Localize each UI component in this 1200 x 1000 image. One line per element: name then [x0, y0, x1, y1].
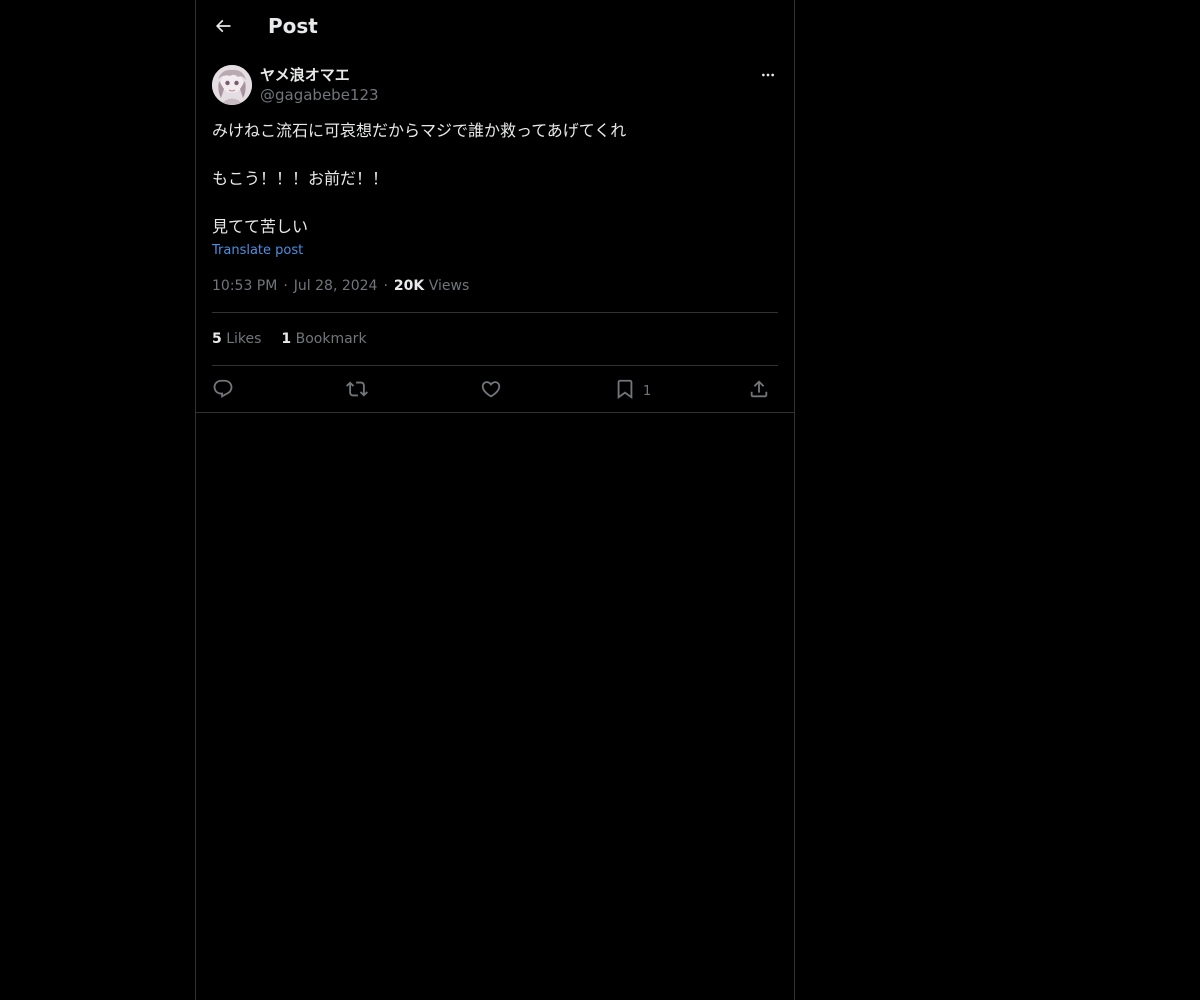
arrow-left-icon — [215, 19, 231, 33]
meta-separator: · — [283, 278, 288, 294]
post-text: みけねこ流石に可哀想だからマジで誰か救ってあげてくれ もこう！！！お前だ！！ 見… — [212, 119, 778, 239]
bookmarks-stat[interactable]: 1 Bookmark — [281, 331, 366, 347]
post-header: Post — [196, 0, 794, 53]
bookmark-button[interactable]: 1 — [614, 376, 651, 402]
bookmark-icon — [617, 379, 633, 400]
post-text-line: もこう！！！お前だ！！ — [212, 169, 389, 188]
likes-label: Likes — [226, 331, 262, 347]
post-text-line: みけねこ流石に可哀想だからマジで誰か救ってあげてくれ — [212, 121, 627, 140]
avatar-image — [212, 65, 252, 105]
post-date[interactable]: Jul 28, 2024 — [294, 278, 378, 294]
repost-icon — [346, 381, 368, 397]
author-handle[interactable]: @gagabebe123 — [260, 85, 379, 105]
post-text-line: 見てて苦しい — [212, 217, 309, 236]
bookmarks-count: 1 — [281, 331, 292, 347]
more-horizontal-icon — [762, 73, 774, 77]
bookmarks-label: Bookmark — [295, 331, 367, 347]
divider — [212, 312, 778, 313]
views-count: 20K — [393, 278, 425, 294]
bookmark-count: 1 — [643, 383, 652, 399]
author-display-name[interactable]: ヤメ浪オマエ — [260, 65, 350, 85]
views-label: Views — [428, 278, 470, 294]
page-title: Post — [268, 14, 318, 38]
share-button[interactable] — [748, 376, 770, 402]
author-row: ヤメ浪オマエ @gagabebe123 — [212, 64, 778, 106]
post-time[interactable]: 10:53 PM — [212, 278, 277, 294]
post-actions: 1 — [212, 376, 778, 402]
repost-button[interactable] — [346, 376, 368, 402]
likes-count: 5 — [212, 331, 222, 347]
likes-stat[interactable]: 5 Likes — [212, 331, 261, 347]
engagement-stats: 5 Likes 1 Bookmark — [212, 329, 387, 349]
more-options-button[interactable] — [758, 64, 778, 86]
post-bottom-divider — [196, 412, 794, 413]
translate-post-link[interactable]: Translate post — [212, 242, 303, 260]
avatar[interactable] — [212, 65, 252, 105]
share-icon — [750, 380, 768, 398]
meta-separator: · — [383, 278, 388, 294]
back-button[interactable] — [208, 11, 238, 41]
divider — [212, 365, 778, 366]
reply-icon — [213, 379, 233, 398]
post-meta: 10:53 PM · Jul 28, 2024 · 20K Views — [212, 276, 469, 296]
post-column: Post ヤメ浪オマエ @gagabebe123 みけねこ流石に可哀想だからマジ… — [195, 0, 795, 1000]
like-icon — [481, 381, 501, 398]
reply-button[interactable] — [212, 376, 234, 402]
like-button[interactable] — [480, 376, 502, 402]
